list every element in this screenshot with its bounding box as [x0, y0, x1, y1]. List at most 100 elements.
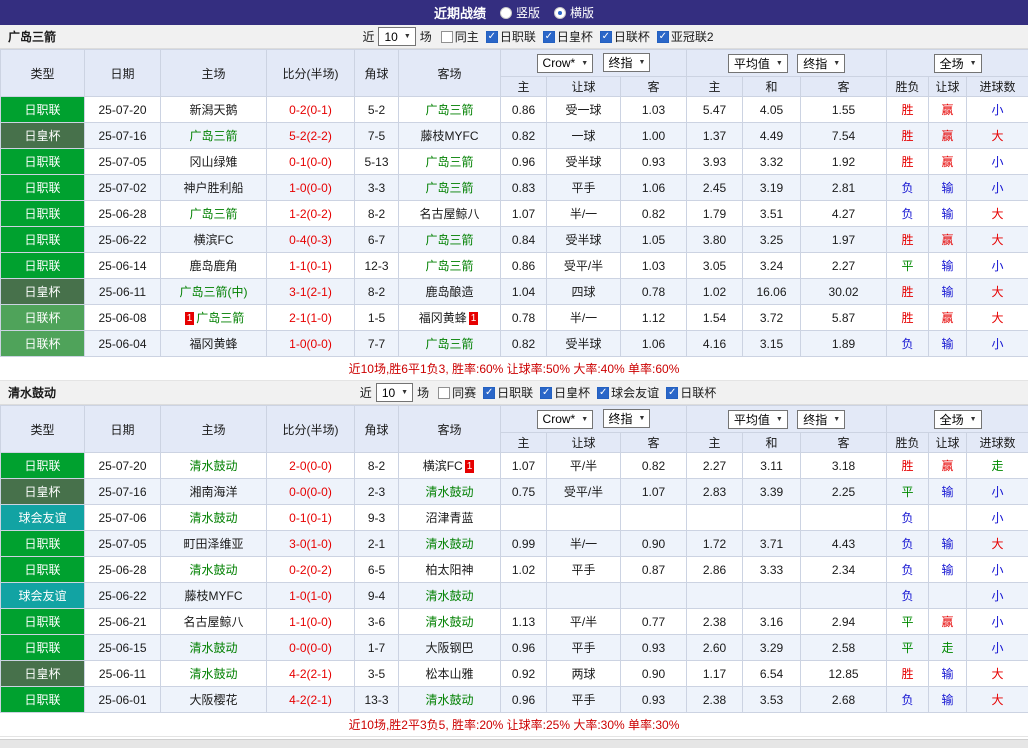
team-name-link[interactable]: 沼津青蓝 [425, 511, 473, 525]
subcol-odds-away: 客 [621, 433, 687, 453]
team-name-link[interactable]: 松本山雅 [425, 667, 473, 681]
filter-checkbox-日皇杯[interactable]: ✓日皇杯 [543, 28, 593, 45]
team-name-link[interactable]: 广岛三箭 [189, 207, 237, 221]
scope-select[interactable]: 全场▼ [934, 54, 982, 73]
horizontal-scrollbar[interactable] [0, 739, 1028, 748]
team-name-link[interactable]: 町田泽维亚 [183, 537, 243, 551]
handicap-result-cell: 赢 [929, 227, 967, 253]
team-name-link[interactable]: 神户胜利船 [183, 181, 243, 195]
result-cell: 负 [887, 531, 929, 557]
team-name-link[interactable]: 藤枝MYFC [185, 589, 243, 603]
summary-line: 近10场,胜2平3负5, 胜率:20% 让球率:25% 大率:30% 单率:30… [0, 713, 1028, 737]
result-cell: 胜 [887, 661, 929, 687]
layout-radio-vertical[interactable]: 竖版 [500, 4, 540, 21]
team-name-link[interactable]: 广岛三箭 [425, 337, 473, 351]
team-name-link[interactable]: 名古屋鲸八 [419, 207, 479, 221]
team-name-link[interactable]: 广岛三箭 [425, 233, 473, 247]
team-name-link[interactable]: 清水鼓动 [425, 615, 473, 629]
filter-checkbox-日联杯[interactable]: ✓日联杯 [600, 28, 650, 45]
filter-checkbox-日职联[interactable]: ✓日职联 [486, 28, 536, 45]
odds-provider-select[interactable]: Crow*▼ [537, 54, 594, 73]
team-name-link[interactable]: 广岛三箭 [425, 181, 473, 195]
team-name-link[interactable]: 清水鼓动 [189, 511, 237, 525]
team-name-link[interactable]: 清水鼓动 [425, 693, 473, 707]
team-name-link[interactable]: 广岛三箭 [425, 103, 473, 117]
team-name-link[interactable]: 鹿岛酿造 [425, 285, 473, 299]
subcol-odds-home: 主 [501, 433, 547, 453]
average-stage-select[interactable]: 终指▼ [797, 54, 845, 73]
avg-away-cell [801, 505, 887, 531]
average-stage-select[interactable]: 终指▼ [797, 410, 845, 429]
avg-draw-cell: 4.49 [743, 123, 801, 149]
team-name-link[interactable]: 大阪钢巴 [425, 641, 473, 655]
team-name-link[interactable]: 清水鼓动 [425, 589, 473, 603]
score-cell: 3-0(1-0) [267, 531, 355, 557]
corner-cell: 8-2 [355, 453, 399, 479]
league-type-cell: 日职联 [1, 557, 85, 583]
corner-cell: 3-6 [355, 609, 399, 635]
avg-draw-cell [743, 505, 801, 531]
team-name-link[interactable]: 清水鼓动 [189, 667, 237, 681]
filter-checkbox-同赛[interactable]: 同赛 [438, 384, 476, 401]
team-title: 清水鼓动 [8, 384, 56, 401]
home-team-cell: 藤枝MYFC [161, 583, 267, 609]
checked-checkbox-icon: ✓ [657, 31, 669, 43]
layout-radio-horizontal[interactable]: 横版 [554, 4, 594, 21]
filter-checkbox-同主[interactable]: 同主 [441, 28, 479, 45]
team-name-link[interactable]: 福冈黄蜂 [419, 311, 467, 325]
col-date: 日期 [85, 50, 161, 97]
match-row: 日联杯25-06-081广岛三箭2-1(1-0)1-5福冈黄蜂10.78半/一1… [1, 305, 1028, 331]
goals-result-cell: 大 [967, 227, 1028, 253]
filter-checkbox-球会友谊[interactable]: ✓球会友谊 [597, 384, 659, 401]
team-name-link[interactable]: 广岛三箭 [196, 311, 244, 325]
avg-home-cell: 2.83 [687, 479, 743, 505]
team-name-link[interactable]: 鹿岛鹿角 [189, 259, 237, 273]
team-name-link[interactable]: 藤枝MYFC [421, 129, 479, 143]
team-name-link[interactable]: 清水鼓动 [425, 485, 473, 499]
recent-count-select[interactable]: 10▼ [378, 27, 415, 46]
goals-result-cell: 小 [967, 97, 1028, 123]
result-cell: 负 [887, 175, 929, 201]
odds-provider-select[interactable]: Crow*▼ [537, 410, 594, 429]
team-name-link[interactable]: 清水鼓动 [189, 459, 237, 473]
team-name-link[interactable]: 广岛三箭 [189, 129, 237, 143]
filter-checkbox-日联杯[interactable]: ✓日联杯 [666, 384, 716, 401]
team-name-link[interactable]: 名古屋鲸八 [183, 615, 243, 629]
odds-away-cell: 1.00 [621, 123, 687, 149]
team-name-link[interactable]: 清水鼓动 [425, 537, 473, 551]
team-name-link[interactable]: 广岛三箭 [425, 259, 473, 273]
team-name-link[interactable]: 广岛三箭 [425, 155, 473, 169]
avg-away-cell: 2.81 [801, 175, 887, 201]
team-name-link[interactable]: 清水鼓动 [189, 563, 237, 577]
filter-checkbox-日皇杯[interactable]: ✓日皇杯 [540, 384, 590, 401]
team-name-link[interactable]: 横滨FC [194, 233, 234, 247]
team-name-link[interactable]: 柏太阳神 [425, 563, 473, 577]
league-type-cell: 日职联 [1, 609, 85, 635]
odds-away-cell: 0.82 [621, 453, 687, 479]
handicap-cell: 受平/半 [547, 479, 621, 505]
odds-stage-select[interactable]: 终指▼ [603, 53, 651, 72]
team-name-link[interactable]: 清水鼓动 [189, 641, 237, 655]
team-name-link[interactable]: 广岛三箭(中) [180, 285, 248, 299]
result-cell: 负 [887, 505, 929, 531]
goals-result-cell: 大 [967, 531, 1028, 557]
average-select[interactable]: 平均值▼ [728, 410, 788, 429]
team-name-link[interactable]: 大阪樱花 [189, 693, 237, 707]
odds-stage-select[interactable]: 终指▼ [603, 409, 651, 428]
team-name-link[interactable]: 冈山绿雉 [189, 155, 237, 169]
odds-away-cell: 0.77 [621, 609, 687, 635]
avg-home-cell: 1.54 [687, 305, 743, 331]
team-name-link[interactable]: 湘南海洋 [189, 485, 237, 499]
recent-count-select[interactable]: 10▼ [376, 383, 413, 402]
team-name-link[interactable]: 横滨FC [423, 459, 463, 473]
filter-checkbox-日职联[interactable]: ✓日职联 [483, 384, 533, 401]
odds-away-cell: 1.07 [621, 479, 687, 505]
team-name-link[interactable]: 新潟天鹅 [189, 103, 237, 117]
average-select[interactable]: 平均值▼ [728, 54, 788, 73]
scope-select[interactable]: 全场▼ [934, 410, 982, 429]
home-team-cell: 神户胜利船 [161, 175, 267, 201]
filter-checkbox-亚冠联2[interactable]: ✓亚冠联2 [657, 28, 714, 45]
team-name-link[interactable]: 福冈黄蜂 [189, 337, 237, 351]
goals-result-cell: 走 [967, 453, 1028, 479]
score-cell: 4-2(2-1) [267, 661, 355, 687]
